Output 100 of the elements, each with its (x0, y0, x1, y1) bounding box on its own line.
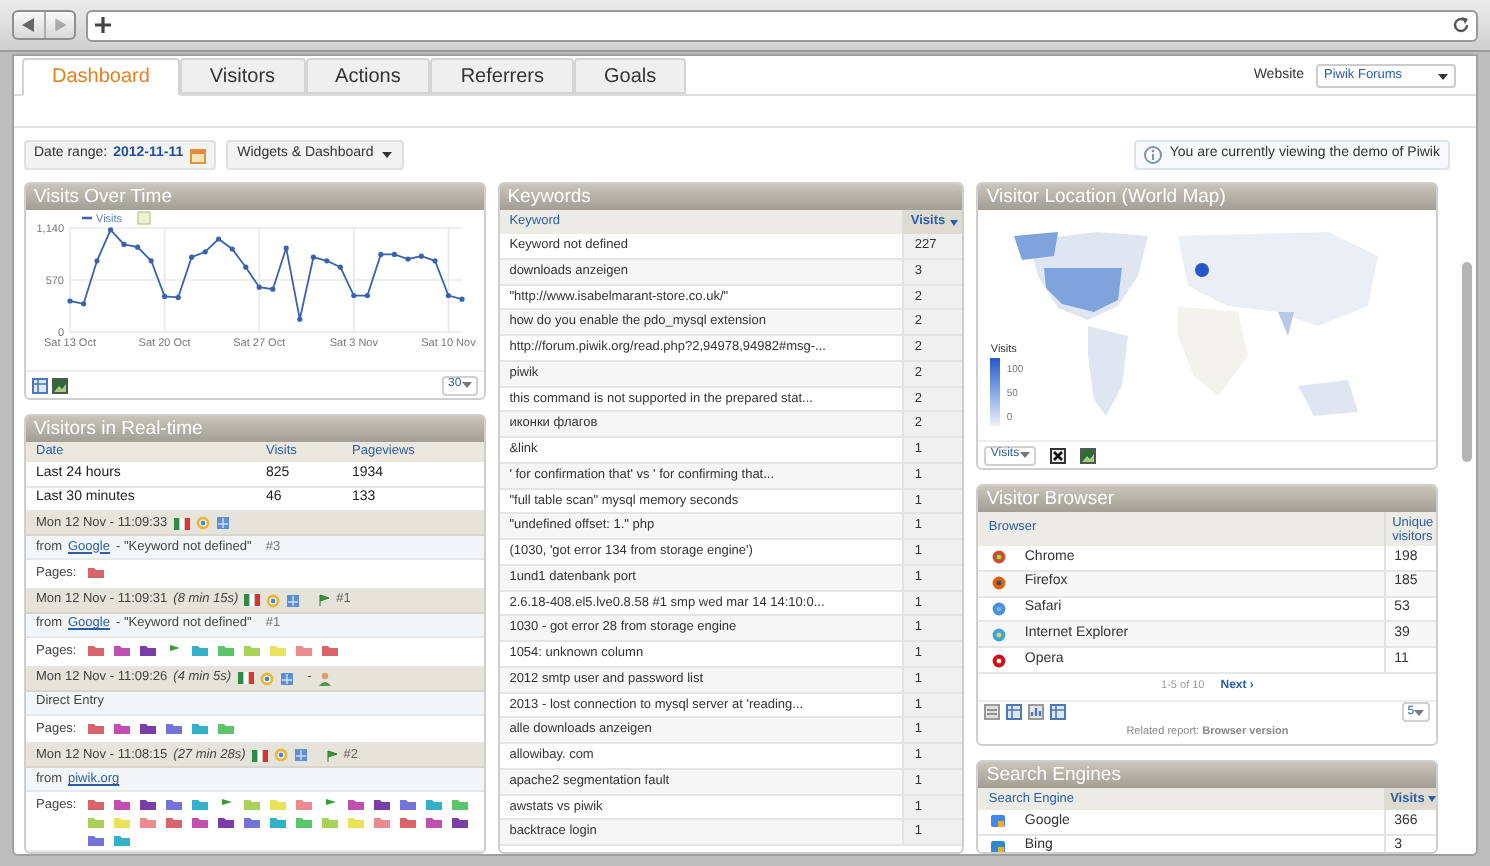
info-icon (1143, 146, 1162, 164)
widget-title: Visits Over Time (26, 184, 484, 210)
reload-icon[interactable] (1452, 16, 1470, 34)
data-point (108, 227, 114, 233)
data-point (202, 249, 208, 255)
folder-icon[interactable] (114, 643, 131, 656)
flag-icon[interactable] (166, 643, 183, 656)
browser-icon (273, 748, 288, 763)
calendar-icon[interactable] (189, 147, 206, 163)
folder-icon[interactable] (244, 816, 261, 829)
data-point (94, 258, 100, 264)
flag-icon[interactable] (322, 798, 339, 811)
caret-icon (1414, 709, 1425, 716)
country-flag-icon (237, 672, 254, 684)
folder-icon[interactable] (322, 643, 339, 656)
caret-icon (1438, 73, 1448, 79)
search-engine-icon (990, 814, 1007, 829)
folder-icon[interactable] (88, 834, 105, 847)
widget-title: Search Engines (978, 761, 1437, 788)
data-point (324, 258, 330, 264)
folder-icon[interactable] (88, 798, 105, 811)
widget-title: Visitor Browser (978, 486, 1437, 512)
table-icon[interactable] (1050, 704, 1067, 721)
data-point (189, 254, 195, 260)
folder-icon[interactable] (88, 566, 105, 578)
data-point (256, 284, 262, 290)
data-point (121, 241, 127, 247)
plus-icon[interactable] (94, 16, 112, 34)
data-point (67, 298, 73, 304)
folder-icon[interactable] (400, 798, 417, 811)
data-point (216, 236, 222, 242)
data-point (405, 256, 411, 262)
flag-icon (318, 594, 331, 607)
data-point (337, 264, 343, 270)
table-icon[interactable] (1006, 704, 1023, 721)
scrollbar-thumb[interactable] (1462, 262, 1473, 462)
folder-icon[interactable] (218, 816, 235, 829)
folder-icon[interactable] (140, 798, 157, 811)
folder-icon[interactable] (88, 721, 105, 733)
os-icon (215, 516, 230, 530)
country-flag-icon (251, 749, 268, 762)
widget-title: Keywords (499, 184, 963, 210)
os-icon (286, 593, 301, 608)
bar-chart-icon[interactable] (1028, 704, 1045, 721)
folder-icon[interactable] (114, 798, 131, 811)
search-engine-icon (990, 840, 1007, 852)
data-point (351, 293, 357, 299)
folder-icon[interactable] (140, 721, 157, 733)
folder-icon[interactable] (348, 798, 365, 811)
data-point (229, 246, 235, 252)
sort-icon (1428, 795, 1437, 802)
data-point (378, 251, 384, 257)
legend-gradient (990, 358, 1001, 426)
folder-icon[interactable] (374, 798, 391, 811)
data-point (432, 258, 438, 264)
data-point (270, 286, 276, 292)
fullscreen-icon[interactable] (1049, 447, 1066, 463)
caret-icon (381, 152, 392, 158)
data-point (364, 293, 370, 299)
folder-icon[interactable] (400, 816, 417, 829)
flag-icon[interactable] (218, 798, 235, 811)
country-flag-icon (173, 517, 190, 529)
folder-icon[interactable] (114, 721, 131, 733)
widget-title: Visitor Location (World Map) (978, 184, 1437, 210)
tab[interactable]: Visitors (179, 58, 306, 94)
tab[interactable]: Referrers (430, 58, 575, 94)
data-point (445, 293, 451, 299)
caret-icon (461, 382, 472, 388)
tab[interactable]: Actions (305, 58, 431, 94)
folder-icon[interactable] (88, 643, 105, 656)
flag-icon (325, 749, 338, 762)
sort-icon (949, 219, 958, 225)
data-point (81, 301, 87, 307)
folder-icon[interactable] (140, 643, 157, 656)
data-point (418, 253, 424, 259)
tab[interactable]: Goals (574, 58, 687, 94)
data-point (297, 316, 303, 322)
image-icon[interactable] (52, 377, 68, 393)
list-icon[interactable] (984, 704, 1001, 721)
folder-icon[interactable] (452, 816, 469, 829)
image-icon[interactable] (1079, 447, 1096, 463)
folder-icon[interactable] (166, 798, 183, 811)
data-point (310, 254, 316, 260)
browser-icon (259, 671, 274, 685)
table-icon[interactable] (32, 377, 48, 393)
caret-icon (1019, 452, 1030, 458)
data-point (162, 293, 168, 299)
data-point (391, 251, 397, 257)
data-point (175, 294, 181, 300)
browser-icon (266, 593, 281, 608)
folder-icon[interactable] (166, 816, 183, 829)
data-point (148, 258, 154, 264)
os-icon (293, 748, 308, 763)
folder-icon[interactable] (166, 721, 183, 733)
data-point (459, 296, 465, 302)
data-point (135, 244, 141, 250)
folder-icon[interactable] (426, 816, 443, 829)
person-icon (317, 671, 332, 685)
folder-icon[interactable] (192, 816, 209, 829)
country-flag-icon (244, 594, 261, 607)
